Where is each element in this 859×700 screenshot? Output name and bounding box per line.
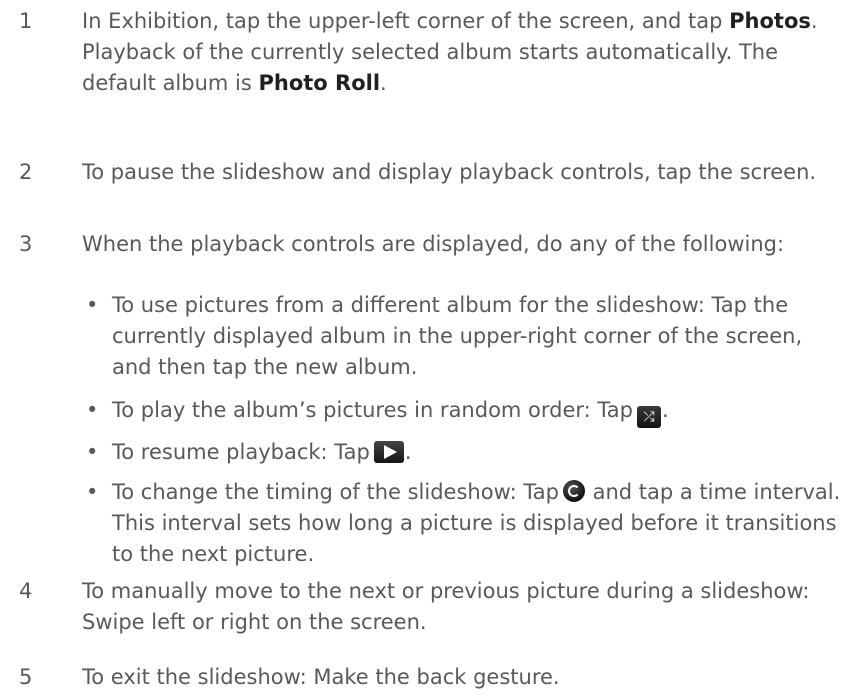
step-text: To exit the slideshow: Make the back ges… [82,665,560,689]
step-number: 3 [19,232,33,256]
bullet-dot: • [86,480,99,504]
step-text: When the playback controls are displayed… [82,232,785,256]
list-item-text: To play the album’s pictures in random o… [112,398,633,422]
photos-label: Photos [729,9,811,33]
timer-icon [562,480,585,502]
step-text: To manually move to the next or previous… [82,579,810,634]
step-text: To pause the slideshow and display playb… [82,160,817,184]
step-text: In Exhibition, tap the upper-left corner… [82,6,844,99]
bullet-dot: • [86,398,99,422]
step-number: 1 [19,9,33,33]
step-number: 5 [19,665,33,689]
bullet-dot: • [86,293,99,317]
list-item: • To use pictures from a different album… [86,290,846,383]
shuffle-icon: ⤮ [636,406,661,428]
play-icon [373,441,404,463]
list-item: • To change the timing of the slideshow:… [86,477,846,570]
step-number: 2 [19,160,33,184]
step-text-part: . [380,71,387,95]
step-text-part: In Exhibition, tap the upper-left corner… [82,9,730,33]
bullet-dot: • [86,440,99,464]
list-item: • To resume playback: Tap. [86,437,846,468]
list-item-text: . [661,398,669,422]
list-item-text: To resume playback: Tap [112,440,370,464]
list-item-text: To change the timing of the slideshow: T… [112,480,559,504]
step-number: 4 [19,579,33,603]
list-item-text: . [404,440,412,464]
list-item: • To play the album’s pictures in random… [86,395,846,428]
photo-roll-label: Photo Roll [258,71,381,95]
list-item-text: To use pictures from a different album f… [112,293,803,379]
option-list: • To use pictures from a different album… [86,290,846,570]
